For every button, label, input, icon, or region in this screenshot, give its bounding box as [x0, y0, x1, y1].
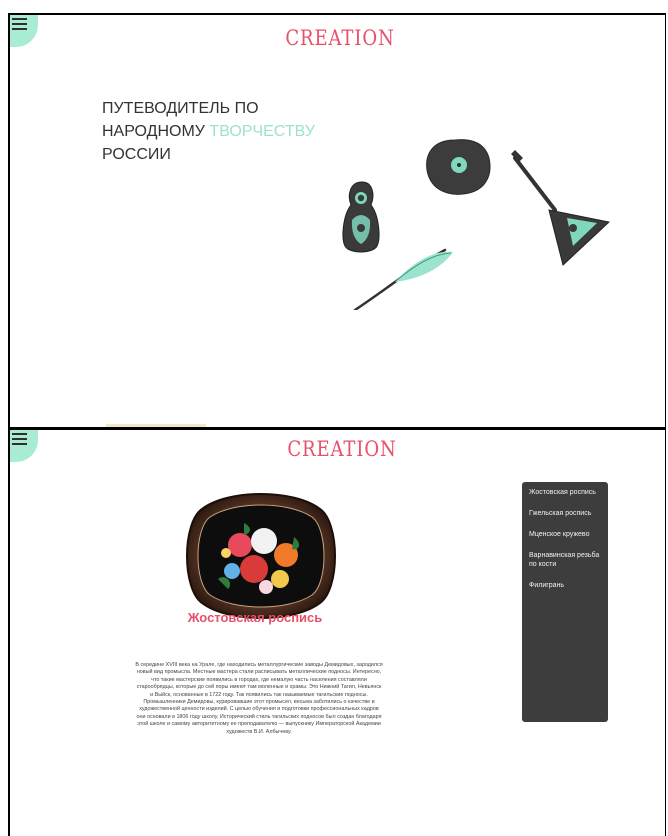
- balalaika-icon: [511, 150, 610, 266]
- side-menu-item-gzhel[interactable]: Гжельская роспись: [529, 509, 608, 518]
- side-menu-item-zhostovo[interactable]: Жостовская роспись: [529, 488, 608, 497]
- hero-line-2-start: НАРОДНОМУ: [102, 123, 210, 140]
- hero-line-3: РОССИИ: [102, 146, 171, 163]
- hero-line-2: НАРОДНОМУ ТВОРЧЕСТВУ: [102, 120, 315, 143]
- side-menu: Жостовская роспись Гжельская роспись Мце…: [522, 482, 608, 722]
- menu-button[interactable]: [10, 430, 38, 462]
- menu-button[interactable]: [10, 15, 38, 47]
- hero-line-2-accent: ТВОРЧЕСТВУ: [209, 123, 315, 140]
- landing-screen: CREATION ПУТЕВОДИТЕЛЬ ПО НАРОДНОМУ ТВОРЧ…: [8, 13, 666, 429]
- matryoshka-icon: [342, 181, 380, 253]
- side-menu-item-varnavino-bone[interactable]: Варнавинская резьба по кости: [529, 551, 608, 569]
- folk-art-illustration: [342, 139, 610, 310]
- decorative-strip: [106, 424, 206, 427]
- feather-quill-icon: [353, 248, 453, 310]
- vinyl-record-icon: [426, 139, 491, 195]
- hamburger-menu-icon: [12, 433, 27, 448]
- side-menu-item-mtsensk-lace[interactable]: Мценское кружево: [529, 530, 608, 539]
- zhostovo-tray-image: [186, 493, 336, 619]
- article-screen: CREATION Жостовская роспись В середине X…: [8, 428, 666, 836]
- logo[interactable]: CREATION: [286, 437, 398, 461]
- hamburger-menu-icon: [12, 18, 27, 33]
- logo[interactable]: CREATION: [284, 26, 396, 50]
- article-body: В середине XVIII века на Урале, где нахо…: [135, 662, 383, 735]
- hero-title: ПУТЕВОДИТЕЛЬ ПО НАРОДНОМУ ТВОРЧЕСТВУ РОС…: [102, 97, 315, 166]
- hero-line-1: ПУТЕВОДИТЕЛЬ ПО: [102, 100, 259, 117]
- article-title: Жостовская роспись: [187, 610, 323, 625]
- side-menu-item-filigree[interactable]: Филигрань: [529, 581, 608, 590]
